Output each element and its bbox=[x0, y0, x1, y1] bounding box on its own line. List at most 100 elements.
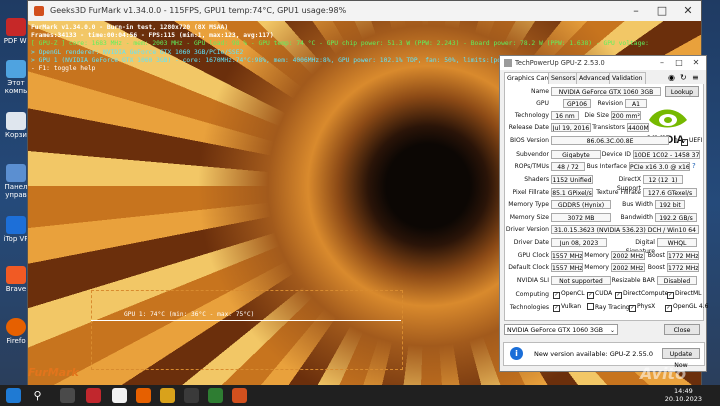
camera-icon[interactable]: ◉ bbox=[668, 73, 675, 82]
bus-width-field: 192 bit bbox=[655, 200, 685, 209]
desktop-icon-control-panel[interactable]: Панел управ bbox=[2, 164, 30, 199]
ray-tracing-label: Ray Tracing bbox=[595, 304, 630, 311]
label-default-clock: Default Clock bbox=[508, 264, 549, 271]
recycle-bin-icon bbox=[6, 112, 26, 130]
directx-support-field: 12 (12_1) bbox=[643, 175, 683, 184]
memory-size-field: 3072 MB bbox=[551, 213, 611, 222]
overlay-line: FurMark v1.34.0.0 - Burn-in test, 1280x7… bbox=[31, 24, 229, 31]
maximize-icon[interactable]: □ bbox=[649, 1, 675, 21]
pixel-fillrate-field: 85.1 GPixel/s bbox=[551, 188, 593, 197]
cuda-checkbox: ✓ CUDA bbox=[587, 290, 613, 299]
tab-advanced[interactable]: Advanced bbox=[576, 72, 613, 84]
label-name: Name bbox=[531, 88, 549, 95]
subvendor-field: Gigabyte bbox=[551, 150, 601, 159]
gpuz-title: TechPowerUp GPU-Z 2.53.0 bbox=[515, 59, 605, 67]
update-now-button[interactable]: Update Now bbox=[662, 348, 700, 369]
desktop-icon-label: Этот компь bbox=[4, 79, 28, 95]
info-icon: i bbox=[510, 347, 523, 360]
desktop-icon-pdf[interactable]: PDF Wi bbox=[2, 18, 30, 45]
ray-tracing-checkbox: Ray Tracing bbox=[587, 303, 630, 312]
taskbar: ⚲ 14:49 20.10.2023 bbox=[0, 385, 720, 406]
physx-label: PhysX bbox=[637, 303, 656, 310]
desktop-icon-label: PDF Wi bbox=[3, 37, 29, 45]
release-date-field: Jul 19, 2016 bbox=[551, 123, 591, 132]
furmark-taskbar-icon[interactable] bbox=[232, 388, 247, 403]
label-transistors: Transistors bbox=[592, 124, 625, 131]
update-notice-text: New version available: GPU-Z 2.55.0 bbox=[534, 350, 653, 358]
tab-validation[interactable]: Validation bbox=[609, 72, 646, 84]
update-notification: i New version available: GPU-Z 2.55.0 Up… bbox=[503, 342, 705, 369]
desktop-icon-label: Панел управ bbox=[4, 183, 28, 199]
furmark-titlebar[interactable]: Geeks3D FurMark v1.34.0.0 - 115FPS, GPU1… bbox=[28, 1, 701, 21]
search-icon[interactable]: ⚲ bbox=[30, 388, 45, 403]
clock[interactable]: 14:49 20.10.2023 bbox=[665, 387, 702, 403]
maximize-icon[interactable]: □ bbox=[671, 56, 687, 70]
opengl-label: OpenGL 4.6 bbox=[673, 303, 709, 310]
resizable-bar-field: Disabled bbox=[657, 276, 697, 285]
tab-sensors[interactable]: Sensors bbox=[548, 72, 579, 84]
file-explorer-icon[interactable] bbox=[160, 388, 175, 403]
gpu-select-value: NVIDIA GeForce GTX 1060 3GB bbox=[507, 327, 604, 334]
driver-date-field: Jun 08, 2023 bbox=[551, 238, 607, 247]
minimize-icon[interactable]: – bbox=[623, 1, 649, 21]
device-id-field: 10DE 1C02 - 1458 3724 bbox=[633, 150, 700, 159]
default-memory-field: 2002 MHz bbox=[611, 263, 645, 272]
label-subvendor: Subvendor bbox=[516, 151, 549, 158]
minimize-icon[interactable]: – bbox=[654, 56, 670, 70]
label-driver-version: Driver Version bbox=[505, 226, 549, 233]
lookup-button[interactable]: Lookup bbox=[665, 86, 699, 97]
label-rops-tmus: ROPs/TMUs bbox=[514, 163, 549, 170]
label-gpu: GPU bbox=[536, 100, 549, 107]
furmark-app-icon bbox=[34, 6, 44, 16]
pdf-icon bbox=[6, 18, 26, 36]
gpuz-titlebar[interactable]: TechPowerUp GPU-Z 2.53.0 – □ ✕ bbox=[500, 56, 706, 70]
gpu-select-dropdown[interactable]: NVIDIA GeForce GTX 1060 3GB ⌄ bbox=[504, 324, 618, 335]
label-revision: Revision bbox=[597, 100, 623, 107]
yandex-icon[interactable] bbox=[112, 388, 127, 403]
desktop-icon-itop[interactable]: iTop VP bbox=[2, 216, 30, 243]
default-boost-field: 1772 MHz bbox=[667, 263, 699, 272]
memory-type-field: GDDR5 (Hynix) bbox=[551, 200, 611, 209]
gpuz-graphics-card-panel: Name NVIDIA GeForce GTX 1060 3GB Lookup … bbox=[504, 84, 708, 321]
close-icon[interactable]: ✕ bbox=[675, 1, 701, 21]
label-bus-width: Bus Width bbox=[622, 201, 653, 208]
close-button[interactable]: Close bbox=[664, 324, 700, 335]
desktop-icon-firefox[interactable]: Firefo bbox=[2, 318, 30, 345]
gpu-clock-field: 1557 MHz bbox=[551, 251, 583, 260]
menu-icon[interactable]: ≡ bbox=[692, 73, 699, 82]
desktop-icon-computer[interactable]: Этот компь bbox=[2, 60, 30, 95]
gpuz-taskbar-icon[interactable] bbox=[208, 388, 223, 403]
label-memory-type: Memory Type bbox=[508, 201, 549, 208]
task-view-icon[interactable] bbox=[60, 388, 75, 403]
label-default-memory: Memory bbox=[584, 264, 609, 271]
label-boost: Boost bbox=[647, 252, 665, 259]
taskbar-app-icon[interactable] bbox=[184, 388, 199, 403]
control-panel-icon bbox=[6, 164, 26, 182]
label-bios-version: BIOS Version bbox=[510, 137, 549, 144]
bios-share-icon[interactable]: ⇧ bbox=[673, 137, 679, 145]
clock-date: 20.10.2023 bbox=[664, 395, 702, 403]
label-release-date: Release Date bbox=[508, 124, 549, 131]
brave-icon bbox=[6, 266, 26, 284]
close-icon[interactable]: ✕ bbox=[688, 56, 704, 70]
desktop-icon-brave[interactable]: Brave bbox=[2, 266, 30, 293]
desktop-icon-recycle-bin[interactable]: Корзи bbox=[2, 112, 30, 139]
bus-interface-field: PCIe x16 3.0 @ x16 3.0 bbox=[629, 162, 690, 171]
digital-signature-field: WHQL bbox=[657, 238, 697, 247]
desktop-icon-label: Корзи bbox=[5, 131, 27, 139]
label-technology: Technology bbox=[514, 112, 549, 119]
opera-icon[interactable] bbox=[86, 388, 101, 403]
uefi-label: UEFI bbox=[689, 137, 703, 144]
start-icon[interactable] bbox=[6, 388, 21, 403]
nvidia-sli-field: Not supported bbox=[551, 276, 611, 285]
directml-checkbox: ✓ DirectML bbox=[667, 290, 702, 299]
shaders-field: 1152 Unified bbox=[551, 175, 593, 184]
label-technologies: Technologies bbox=[509, 304, 549, 311]
help-icon[interactable]: ? bbox=[692, 162, 696, 170]
label-memory: Memory bbox=[584, 252, 609, 259]
transistors-field: 4400M bbox=[627, 123, 649, 132]
firefox-taskbar-icon[interactable] bbox=[136, 388, 151, 403]
refresh-icon[interactable]: ↻ bbox=[680, 73, 687, 82]
gpu-field: GP106 bbox=[563, 99, 591, 108]
opencl-label: OpenCL bbox=[561, 290, 585, 297]
